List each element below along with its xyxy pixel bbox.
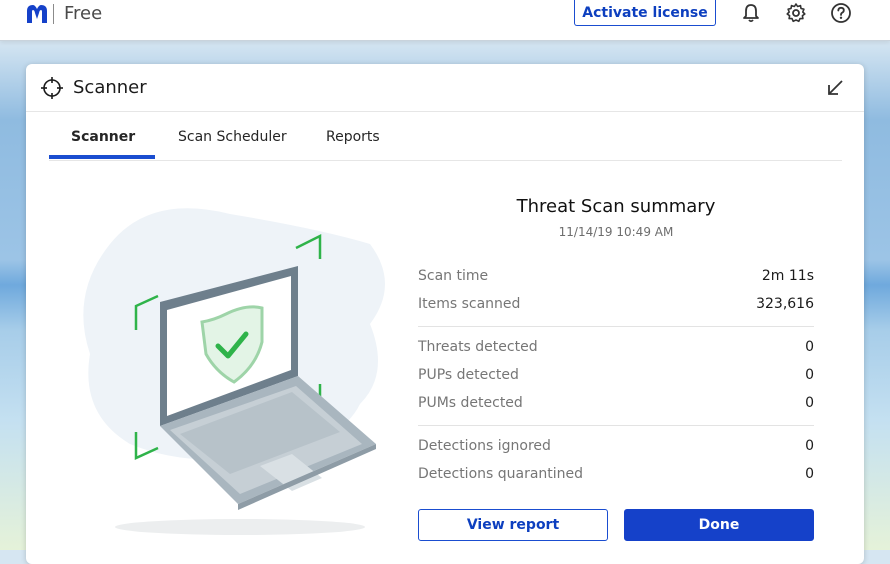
items-scanned-label: Items scanned — [418, 296, 521, 312]
ignored-row: Detections ignored 0 — [418, 438, 814, 460]
help-icon[interactable] — [830, 2, 852, 24]
panel-header: Scanner — [26, 64, 864, 112]
active-tab-indicator — [49, 155, 155, 159]
pups-label: PUPs detected — [418, 367, 519, 383]
threats-label: Threats detected — [418, 339, 538, 355]
tab-reports[interactable]: Reports — [326, 129, 380, 145]
collapse-arrow-icon[interactable] — [826, 79, 844, 97]
divider — [418, 425, 814, 426]
scan-time-value: 2m 11s — [761, 268, 814, 284]
quarantined-label: Detections quarantined — [418, 466, 584, 482]
done-button[interactable]: Done — [624, 509, 814, 541]
pups-row: PUPs detected 0 — [418, 367, 814, 389]
threats-row: Threats detected 0 — [418, 339, 814, 361]
pums-label: PUMs detected — [418, 395, 523, 411]
crosshair-icon — [41, 77, 63, 99]
bell-icon[interactable] — [740, 2, 762, 24]
divider — [418, 326, 814, 327]
summary-title: Threat Scan summary — [516, 196, 716, 217]
pups-value: 0 — [805, 367, 814, 383]
scan-timestamp: 11/14/19 10:49 AM — [558, 225, 674, 239]
ignored-label: Detections ignored — [418, 438, 551, 454]
quarantined-row: Detections quarantined 0 — [418, 466, 814, 488]
logo-divider — [53, 4, 54, 24]
tab-scan-scheduler[interactable]: Scan Scheduler — [178, 129, 287, 145]
items-scanned-value: 323,616 — [756, 296, 814, 312]
edition-label: Free — [64, 3, 103, 24]
panel-title: Scanner — [73, 77, 147, 98]
activate-license-button[interactable]: Activate license — [574, 0, 716, 26]
pums-row: PUMs detected 0 — [418, 395, 814, 417]
malwarebytes-logo-icon — [27, 5, 47, 23]
quarantined-value: 0 — [805, 466, 814, 482]
scanner-panel: Scanner Scanner Scan Scheduler Reports T… — [26, 64, 864, 564]
items-scanned-row: Items scanned 323,616 — [418, 296, 814, 318]
tab-scanner[interactable]: Scanner — [71, 129, 135, 145]
scan-time-label: Scan time — [418, 268, 489, 284]
view-report-button[interactable]: View report — [418, 509, 608, 541]
gear-icon[interactable] — [785, 2, 807, 24]
ignored-value: 0 — [805, 438, 814, 454]
laptop-shield-check-icon — [83, 208, 385, 535]
top-bar: Free Activate license — [0, 0, 890, 41]
pums-value: 0 — [805, 395, 814, 411]
threats-value: 0 — [805, 339, 814, 355]
scan-time-row: Scan time 2m 11s — [418, 268, 814, 290]
tab-bar: Scanner Scan Scheduler Reports — [49, 116, 842, 161]
